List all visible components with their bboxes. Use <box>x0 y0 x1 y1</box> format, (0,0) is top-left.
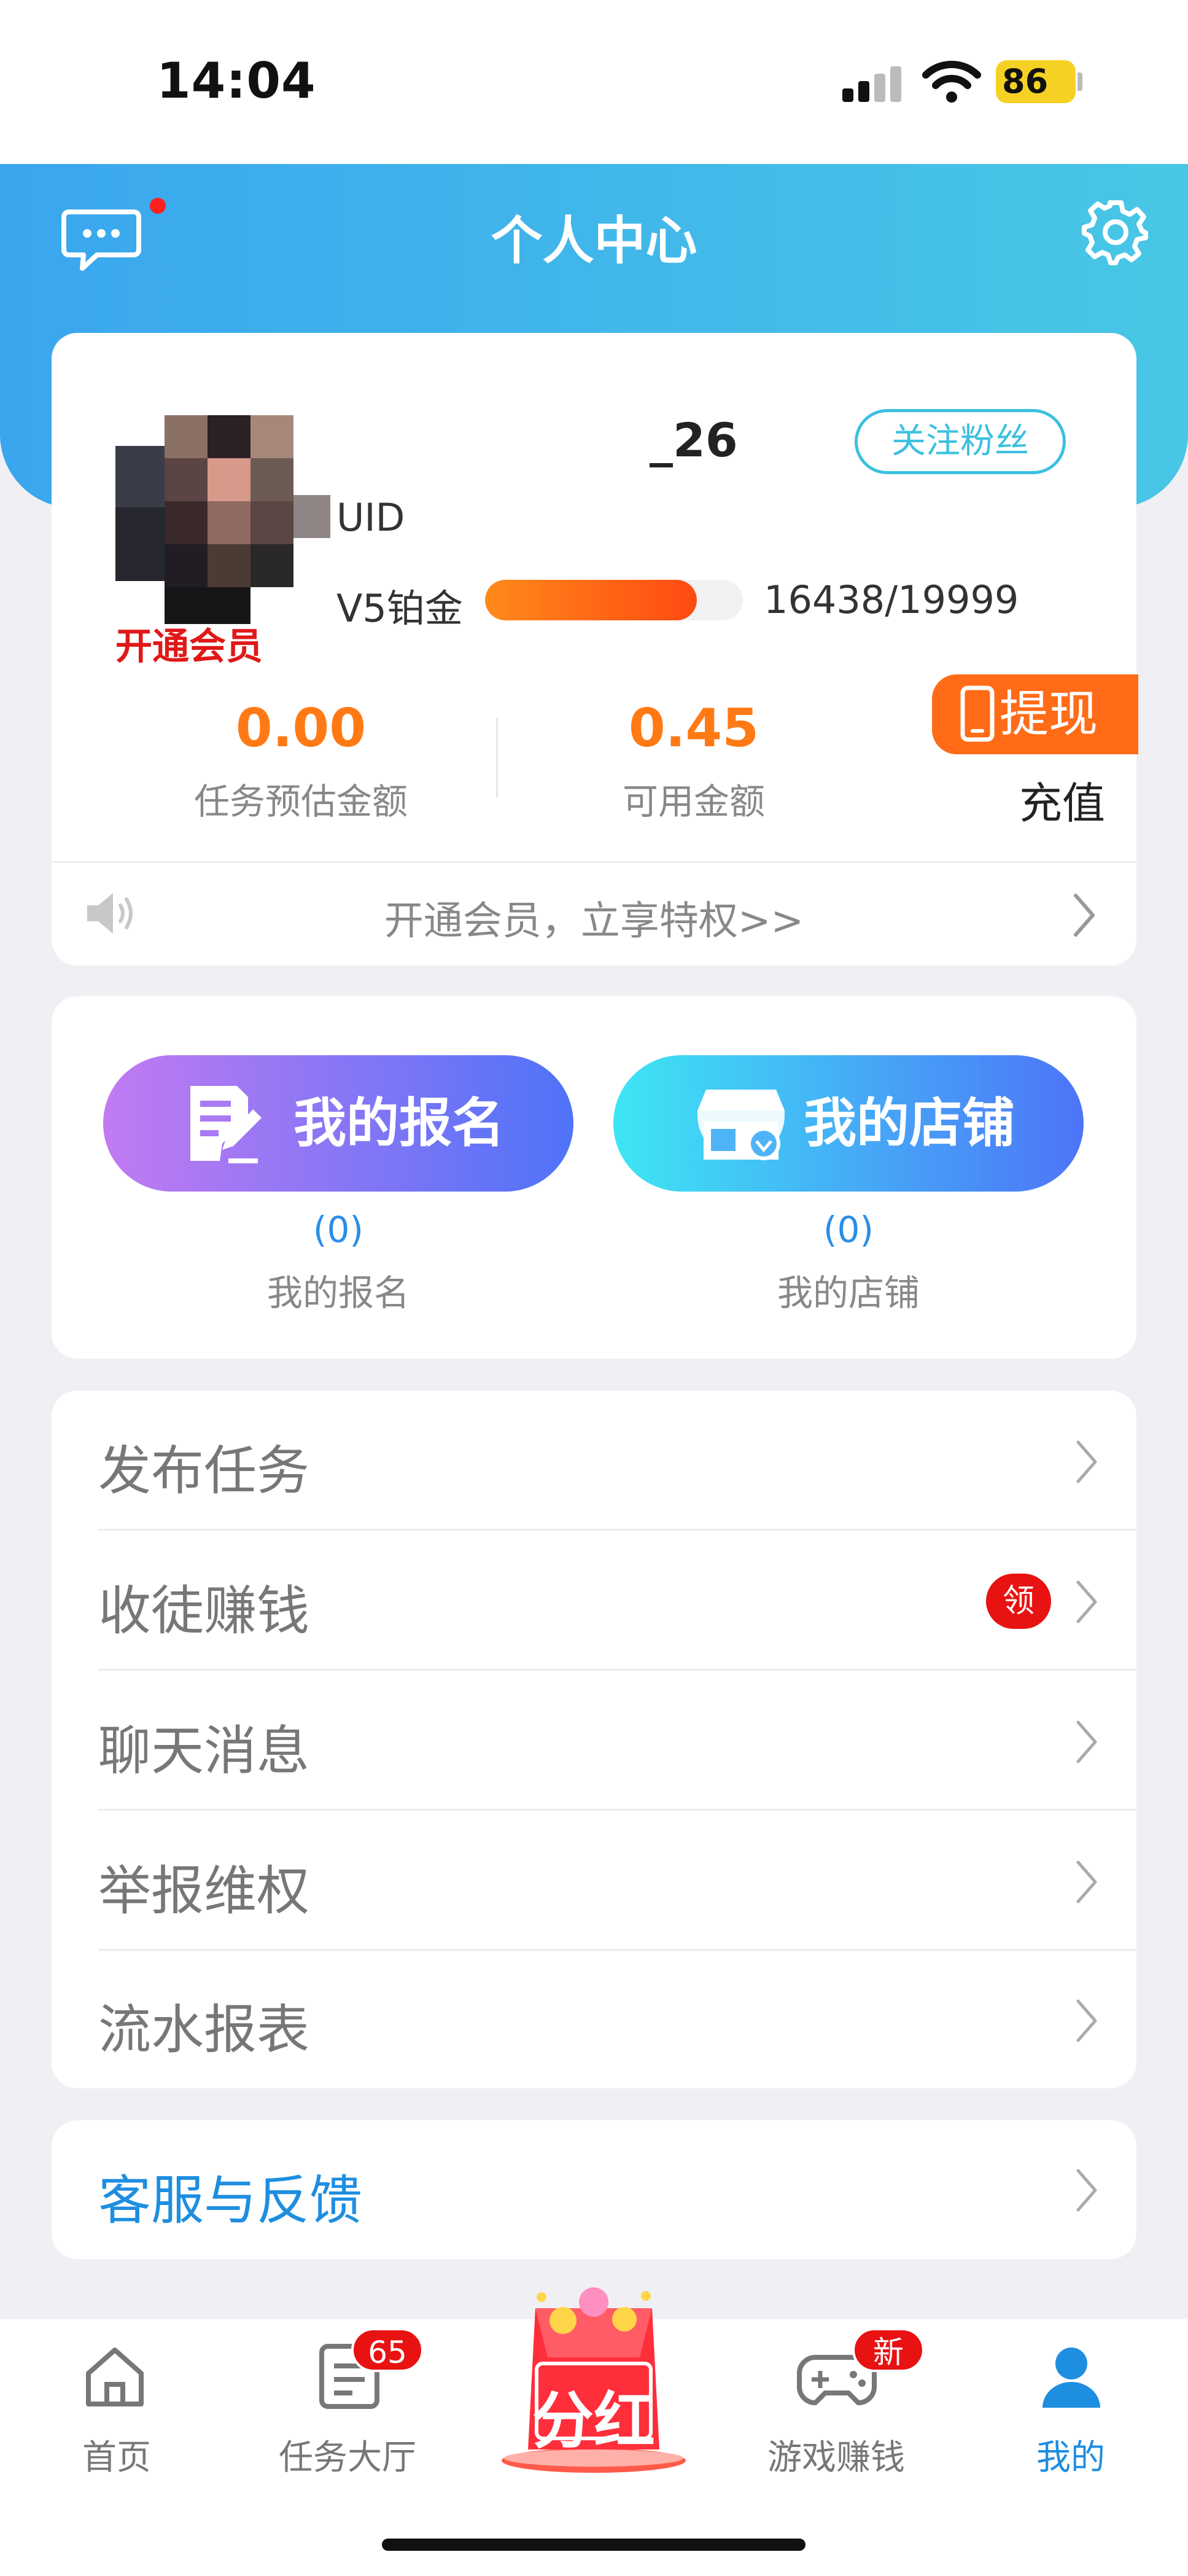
chevron-right-icon <box>1076 1999 1097 2042</box>
exp-text: 16438/19999 <box>764 577 1019 622</box>
stat-divider <box>496 717 498 797</box>
edit-form-icon <box>190 1086 262 1163</box>
store-icon <box>697 1090 785 1160</box>
chevron-right-icon <box>1076 1440 1097 1483</box>
my-shop-count: (0) <box>823 1209 874 1251</box>
avatar[interactable] <box>115 415 330 624</box>
cellular-signal-icon <box>842 65 904 102</box>
my-enroll-label: 我的报名 <box>266 1272 410 1314</box>
user-profile-icon[interactable] <box>1038 2344 1105 2411</box>
battery-tip <box>1077 72 1082 91</box>
username: _26 <box>650 413 738 467</box>
chevron-right-icon <box>1074 894 1095 937</box>
tab-game-earn[interactable]: 游戏赚钱 <box>744 2430 928 2480</box>
menu-item-label: 举报维权 <box>98 1860 309 1922</box>
level-label: V5铂金 <box>336 586 463 631</box>
my-shop-label: 我的店铺 <box>777 1272 920 1314</box>
chevron-right-icon <box>1076 1720 1097 1763</box>
estimated-amount-label: 任务预估金额 <box>193 781 408 822</box>
follow-fans-button[interactable]: 关注粉丝 <box>855 409 1066 474</box>
tab-task-hall[interactable]: 任务大厅 <box>255 2430 440 2480</box>
message-icon[interactable] <box>61 206 141 273</box>
chevron-right-icon <box>1076 1580 1097 1623</box>
tab-me[interactable]: 我的 <box>979 2430 1163 2480</box>
home-icon[interactable] <box>81 2343 149 2410</box>
chevron-right-icon <box>1076 2169 1097 2212</box>
tab-bonus[interactable]: 分红 <box>499 2371 689 2460</box>
available-amount-label: 可用金额 <box>622 781 765 822</box>
menu-item-transaction-report[interactable]: 流水报表 <box>52 1950 1136 2090</box>
menu-item-label: 发布任务 <box>98 1440 309 1502</box>
menu-item-chat-messages[interactable]: 聊天消息 <box>52 1671 1136 1811</box>
service-feedback-label: 客服与反馈 <box>98 2170 362 2231</box>
card-divider <box>52 861 1136 863</box>
task-count-badge: 65 <box>351 2328 424 2372</box>
game-new-badge: 新 <box>852 2328 925 2372</box>
exp-progress-bar <box>485 580 743 620</box>
phone-icon <box>960 685 995 742</box>
menu-item-recruit-earn[interactable]: 收徒赚钱 <box>52 1531 1136 1671</box>
vip-notice[interactable]: 开通会员，立享特权>> <box>52 889 1136 946</box>
status-time: 14:04 <box>157 52 316 109</box>
my-enroll-button[interactable]: 我的报名 <box>103 1055 573 1192</box>
page-title: 个人中心 <box>491 211 697 271</box>
menu-item-label: 收徒赚钱 <box>98 1580 309 1642</box>
claim-badge: 领 <box>986 1574 1051 1629</box>
available-amount-value: 0.45 <box>628 698 759 759</box>
settings-gear-icon[interactable] <box>1082 198 1149 265</box>
menu-item-label: 流水报表 <box>98 1999 309 2061</box>
my-shop-button[interactable]: 我的店铺 <box>613 1055 1084 1192</box>
chevron-right-icon <box>1076 1860 1097 1903</box>
tab-home[interactable]: 首页 <box>25 2430 209 2480</box>
open-vip-link[interactable]: 开通会员 <box>115 617 263 670</box>
estimated-amount-value: 0.00 <box>235 698 367 759</box>
my-enroll-count: (0) <box>313 1209 364 1251</box>
recharge-button[interactable]: 充值 <box>1019 769 1105 831</box>
battery-indicator: 86 <box>996 60 1076 103</box>
exp-progress-fill <box>485 580 697 620</box>
uid-label: UID <box>336 495 405 540</box>
home-indicator <box>382 2539 806 2551</box>
wifi-icon <box>922 60 981 103</box>
menu-item-label: 聊天消息 <box>98 1720 309 1782</box>
menu-item-publish-task[interactable]: 发布任务 <box>52 1391 1136 1531</box>
menu-item-report-rights[interactable]: 举报维权 <box>52 1811 1136 1951</box>
unread-dot <box>150 198 166 214</box>
